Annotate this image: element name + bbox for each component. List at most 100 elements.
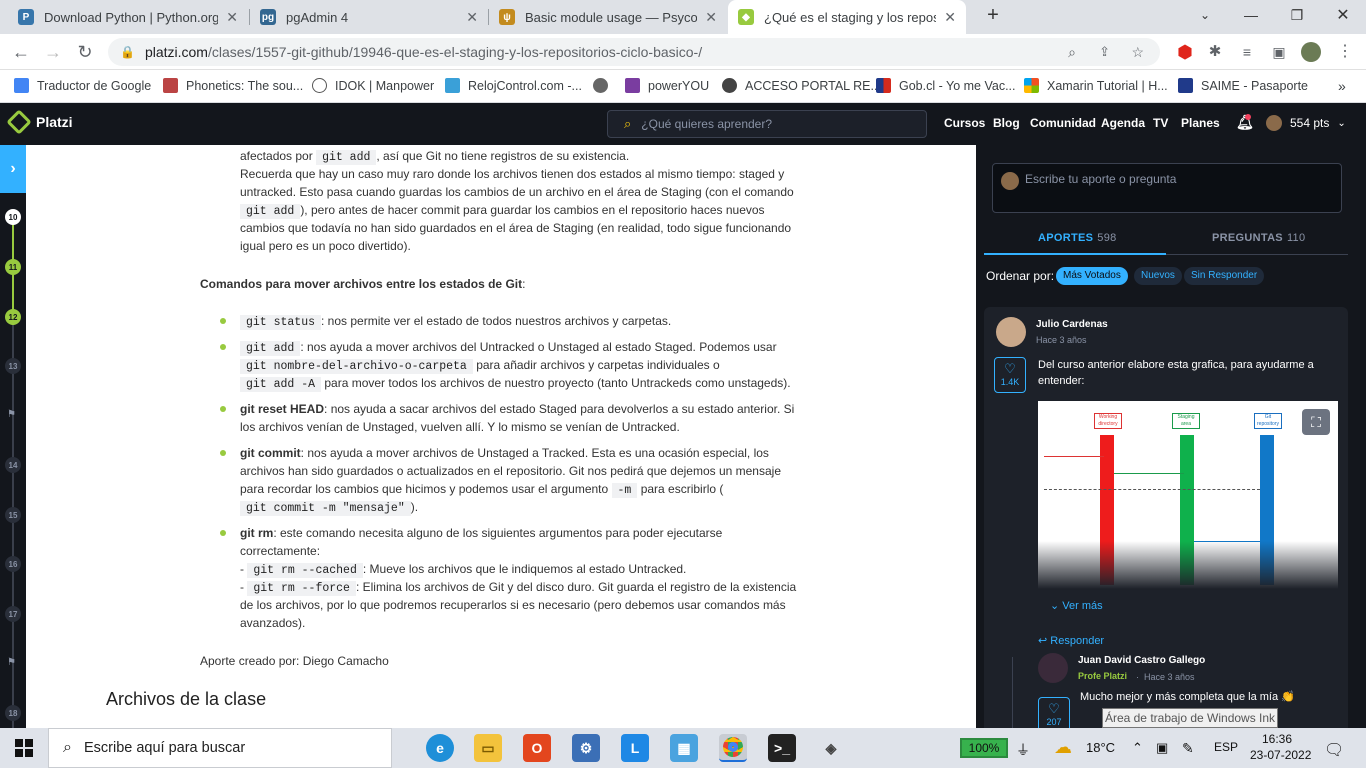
bookmark-globe[interactable] xyxy=(593,78,616,93)
close-window-button[interactable]: ✕ xyxy=(1320,0,1366,30)
tab-platzi-active[interactable]: ◆ ¿Qué es el staging y los reposito ✕ xyxy=(728,0,966,34)
zoom-search-icon[interactable]: ⌕ xyxy=(1068,44,1076,61)
reply-author-name[interactable]: Juan David Castro Gallego xyxy=(1078,655,1205,666)
tab-psycopg[interactable]: ψ Basic module usage — Psycopg ✕ xyxy=(489,0,727,34)
bookmark-google-translate[interactable]: Traductor de Google xyxy=(14,78,151,93)
expand-sidebar-button[interactable]: › xyxy=(0,145,26,193)
minimize-button[interactable]: — xyxy=(1228,0,1274,30)
terminal-app-icon[interactable]: >_ xyxy=(768,734,796,762)
filter-unanswered[interactable]: Sin Responder xyxy=(1184,267,1265,285)
media-queue-icon[interactable]: ≡ xyxy=(1236,42,1258,62)
network-icon[interactable]: ▣ xyxy=(1156,740,1168,756)
notifications-bell-icon[interactable]: 🔔︎ xyxy=(1236,114,1254,131)
bookmark-relojcontrol[interactable]: RelojControl.com -... xyxy=(445,78,582,93)
reply-text: Mucho mejor y más completa que la mía 👏 xyxy=(1080,691,1295,703)
step-10[interactable]: 10 xyxy=(5,209,21,225)
reply-like-button[interactable]: ♡ 207 xyxy=(1038,697,1070,728)
more-bookmarks-icon[interactable]: » xyxy=(1338,78,1346,94)
reply-link[interactable]: ↩ Responder xyxy=(1038,634,1104,647)
git-app-icon[interactable]: ◈ xyxy=(817,734,845,762)
fullscreen-icon[interactable]: ⛶ xyxy=(1302,409,1330,435)
git-states-diagram-image[interactable]: Working directory Staging area Git repos… xyxy=(1038,401,1338,589)
extensions-puzzle-icon[interactable]: ✱ xyxy=(1204,42,1226,62)
windows-start-button[interactable] xyxy=(0,728,48,768)
see-more-link[interactable]: ⌄ Ver más xyxy=(1050,599,1103,612)
step-15[interactable]: 15 xyxy=(5,507,21,523)
share-icon[interactable]: ⇪ xyxy=(1099,44,1110,60)
close-tab-icon[interactable]: ✕ xyxy=(466,9,478,26)
close-tab-icon[interactable]: ✕ xyxy=(226,9,238,26)
post-text: Del curso anterior elabore esta grafica,… xyxy=(1038,359,1314,387)
platzi-logo[interactable]: Platzi xyxy=(6,109,73,135)
chrome-app-icon[interactable] xyxy=(719,734,747,762)
filter-most-voted[interactable]: Más Votados xyxy=(1056,267,1128,285)
nav-agenda[interactable]: Agenda xyxy=(1101,116,1145,130)
like-button[interactable]: ♡ 1.4K xyxy=(994,357,1026,393)
forward-icon[interactable]: → xyxy=(42,42,64,62)
site-search-input[interactable]: ⌕ ¿Qué quieres aprender? xyxy=(607,110,927,138)
bullet-dot xyxy=(220,318,226,324)
nav-comunidad[interactable]: Comunidad xyxy=(1030,116,1096,130)
restore-button[interactable]: ❐ xyxy=(1274,0,1320,30)
tab-preguntas[interactable]: PREGUNTAS 110 xyxy=(1212,232,1305,244)
office-app-icon[interactable]: O xyxy=(523,734,551,762)
calculator-app-icon[interactable]: ▦ xyxy=(670,734,698,762)
bookmark-label: Phonetics: The sou... xyxy=(186,78,304,93)
author-name[interactable]: Julio Cardenas xyxy=(1036,319,1108,330)
chevron-up-icon[interactable]: ⌃ xyxy=(1132,740,1143,756)
weather-icon[interactable]: ☁ xyxy=(1054,737,1072,758)
filter-new[interactable]: Nuevos xyxy=(1134,267,1182,285)
bookmark-poweryou[interactable]: powerYOU xyxy=(625,78,709,93)
step-13[interactable]: 13 xyxy=(5,358,21,374)
taskbar-search-input[interactable]: ⌕ Escribe aquí para buscar xyxy=(48,728,392,768)
clock-time[interactable]: 16:36 xyxy=(1262,732,1292,746)
close-tab-icon[interactable]: ✕ xyxy=(705,9,717,26)
reply-author-avatar[interactable] xyxy=(1038,653,1068,683)
back-icon[interactable]: ← xyxy=(10,42,32,62)
step-18[interactable]: 18 xyxy=(5,705,21,721)
step-16[interactable]: 16 xyxy=(5,556,21,572)
tab-aportes[interactable]: APORTES 598 xyxy=(1038,232,1117,244)
author-avatar[interactable] xyxy=(996,317,1026,347)
bookmark-gobcl[interactable]: Gob.cl - Yo me Vac... xyxy=(876,78,1016,93)
chevron-down-icon: ⌄ xyxy=(1050,600,1063,612)
bookmark-star-icon[interactable]: ☆ xyxy=(1131,44,1144,61)
l-app-icon[interactable]: L xyxy=(621,734,649,762)
tab-python[interactable]: P Download Python | Python.org ✕ xyxy=(8,0,248,34)
nav-blog[interactable]: Blog xyxy=(993,116,1020,130)
temperature[interactable]: 18°C xyxy=(1086,740,1115,755)
language-indicator[interactable]: ESP xyxy=(1214,740,1238,754)
bookmark-xamarin[interactable]: Xamarin Tutorial | H... xyxy=(1024,78,1168,93)
chrome-menu-icon[interactable]: ⋮ xyxy=(1334,42,1356,62)
new-tab-button[interactable]: + xyxy=(970,0,1016,30)
url-field[interactable]: 🔒 platzi.com/clases/1557-git-github/1994… xyxy=(108,38,1160,66)
edge-app-icon[interactable]: e xyxy=(426,734,454,762)
adblock-extension-icon[interactable]: ⬢ xyxy=(1174,42,1196,62)
bookmark-idok[interactable]: IDOK | Manpower xyxy=(312,78,434,93)
file-explorer-icon[interactable]: ▭ xyxy=(474,734,502,762)
gobcl-icon xyxy=(876,78,891,93)
reload-icon[interactable]: ↻ xyxy=(74,42,96,62)
user-points[interactable]: 554 pts ⌄ xyxy=(1266,115,1346,131)
notifications-icon[interactable]: 🗨︎ xyxy=(1324,740,1344,760)
nav-planes[interactable]: Planes xyxy=(1181,116,1220,130)
step-11[interactable]: 11 xyxy=(5,259,21,275)
step-14[interactable]: 14 xyxy=(5,457,21,473)
bookmark-phonetics[interactable]: Phonetics: The sou... xyxy=(163,78,303,93)
tab-search-icon[interactable]: ⌄ xyxy=(1182,0,1228,30)
bookmark-acceso-portal[interactable]: ACCESO PORTAL RE... xyxy=(722,78,881,93)
tab-pgadmin[interactable]: pg pgAdmin 4 ✕ xyxy=(250,0,488,34)
nav-cursos[interactable]: Cursos xyxy=(944,116,985,130)
contribution-input[interactable]: Escribe tu aporte o pregunta xyxy=(992,163,1342,213)
step-12[interactable]: 12 xyxy=(5,309,21,325)
bookmark-saime[interactable]: SAIME - Pasaporte xyxy=(1178,78,1308,93)
network-app-icon[interactable]: ⚙ xyxy=(572,734,600,762)
close-tab-icon[interactable]: ✕ xyxy=(944,9,956,26)
side-panel-icon[interactable]: ▣ xyxy=(1268,42,1290,62)
pen-icon[interactable]: ✎ xyxy=(1182,740,1194,757)
profile-avatar[interactable] xyxy=(1300,42,1322,62)
battery-indicator[interactable]: 100% xyxy=(960,738,1008,758)
clock-date[interactable]: 23-07-2022 xyxy=(1250,748,1311,762)
step-17[interactable]: 17 xyxy=(5,606,21,622)
nav-tv[interactable]: TV xyxy=(1153,116,1168,130)
